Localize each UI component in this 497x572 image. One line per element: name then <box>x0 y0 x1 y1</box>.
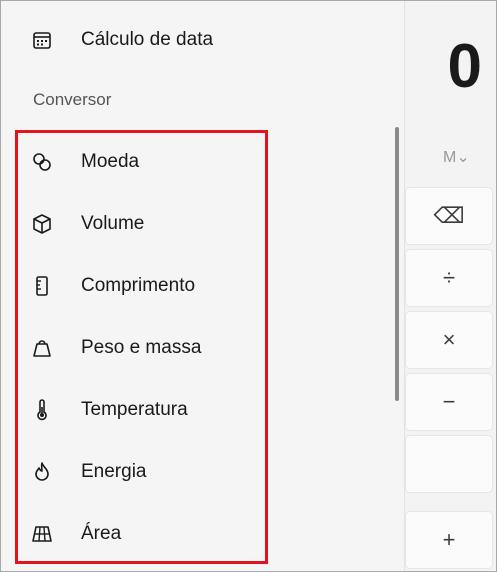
calendar-icon <box>31 29 53 51</box>
nav-item-label: Moeda <box>81 151 140 172</box>
nav-item-temperature[interactable]: Temperatura <box>1 385 393 435</box>
nav-scrollbar[interactable] <box>395 127 399 401</box>
navigation-pane: Cálculo de data Conversor Moeda Volume C… <box>1 1 405 571</box>
divide-button[interactable]: ÷ <box>405 249 493 307</box>
nav-item-currency[interactable]: Moeda <box>1 137 393 187</box>
nav-item-weight-mass[interactable]: Peso e massa <box>1 323 393 373</box>
nav-item-label: Energia <box>81 461 147 482</box>
weight-icon <box>31 337 53 359</box>
nav-item-length[interactable]: Comprimento <box>1 261 393 311</box>
nav-item-label: Cálculo de data <box>81 29 214 50</box>
add-button[interactable]: + <box>405 511 493 569</box>
display-value: 0 <box>447 32 482 101</box>
nav-item-label: Peso e massa <box>81 337 202 358</box>
calculator-panel: 0 M⌄ ⌫ ÷ × − + <box>399 1 496 571</box>
nav-item-energy[interactable]: Energia <box>1 447 393 497</box>
nav-item-label: Área <box>81 523 122 544</box>
ruler-icon <box>31 275 53 297</box>
currency-icon <box>31 151 53 173</box>
nav-item-label: Volume <box>81 213 145 234</box>
cube-icon <box>31 213 53 235</box>
area-grid-icon <box>31 523 53 545</box>
thermometer-icon <box>31 399 53 421</box>
section-header-converter: Conversor <box>33 90 112 109</box>
app-window: 0 M⌄ ⌫ ÷ × − + Cálculo de data Conversor… <box>0 0 497 572</box>
flame-icon <box>31 461 53 483</box>
nav-item-label: Comprimento <box>81 275 196 296</box>
nav-item-date-calculation[interactable]: Cálculo de data <box>1 17 393 63</box>
nav-item-area[interactable]: Área <box>1 509 393 559</box>
backspace-button[interactable]: ⌫ <box>405 187 493 245</box>
unused-key[interactable] <box>405 435 493 493</box>
multiply-button[interactable]: × <box>405 311 493 369</box>
nav-item-volume[interactable]: Volume <box>1 199 393 249</box>
nav-item-label: Temperatura <box>81 399 188 420</box>
memory-button[interactable]: M⌄ <box>443 147 470 167</box>
subtract-button[interactable]: − <box>405 373 493 431</box>
